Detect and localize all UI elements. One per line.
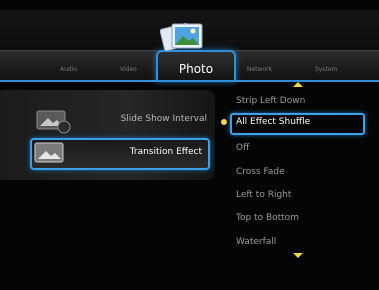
tab-photo-label: Photo	[178, 62, 214, 76]
tab-video[interactable]: Video	[120, 66, 137, 73]
photo-effect-icon	[34, 142, 64, 163]
option-left-to-right[interactable]: Left to Right	[236, 190, 291, 200]
tab-audio[interactable]: Audio	[60, 66, 77, 73]
option-label: All Effect Shuffle	[236, 117, 311, 127]
menu-item-label: Transition Effect	[129, 147, 202, 157]
menu-item-label: Slide Show Interval	[120, 114, 207, 124]
option-off[interactable]: Off	[236, 143, 249, 153]
scroll-up-arrow-icon[interactable]	[293, 82, 303, 87]
tab-underline	[0, 80, 379, 82]
option-all-effect-shuffle[interactable]: All Effect Shuffle	[230, 113, 365, 135]
selected-bullet-icon	[221, 119, 227, 125]
option-cross-fade[interactable]: Cross Fade	[236, 167, 285, 177]
scroll-down-arrow-icon[interactable]	[293, 253, 303, 258]
option-top-to-bottom[interactable]: Top to Bottom	[236, 213, 299, 223]
photo-clock-icon	[36, 110, 71, 134]
option-strip-left-down[interactable]: Strip Left Down	[236, 96, 305, 106]
photo-stack-icon	[160, 22, 203, 52]
option-waterfall[interactable]: Waterfall	[236, 237, 276, 247]
menu-item-transition-effect[interactable]: Transition Effect	[30, 138, 210, 170]
tab-network[interactable]: Network	[247, 66, 272, 73]
menu-item-slide-show-interval[interactable]: Slide Show Interval	[0, 108, 215, 134]
tab-system[interactable]: System	[315, 66, 337, 73]
